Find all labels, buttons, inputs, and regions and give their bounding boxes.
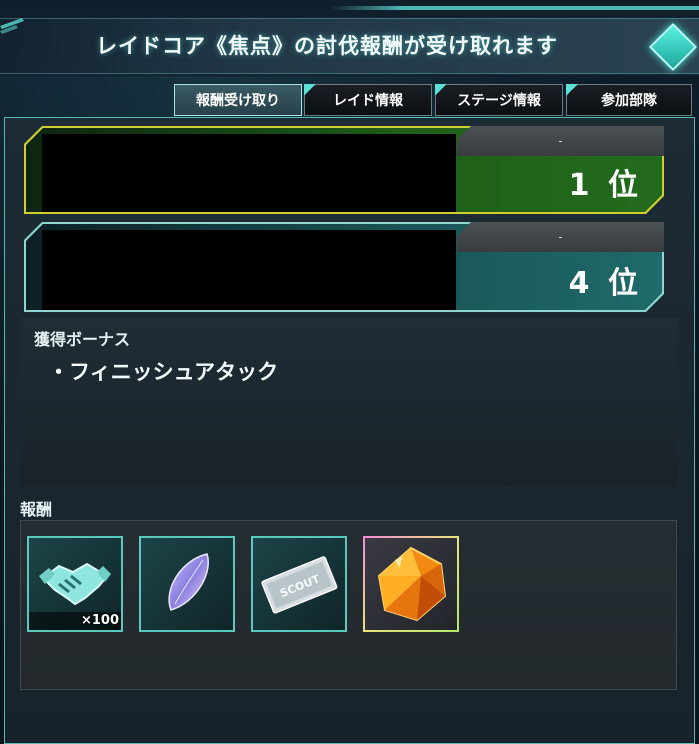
reward-item-scout-ticket[interactable]: SCOUT	[251, 536, 347, 632]
rank-entry-first: - 1 位	[24, 126, 664, 214]
reward-item-orange-gem[interactable]	[363, 536, 459, 632]
raid-reward-screen: レイドコア《焦点》の討伐報酬が受け取れます 報酬受け取り レイド情報 ステージ情…	[0, 0, 699, 744]
page-title: レイドコア《焦点》の討伐報酬が受け取れます	[96, 34, 558, 58]
crystal-leaf-icon	[168, 553, 209, 611]
tab-raid-info[interactable]: レイド情報	[304, 84, 432, 116]
rank-position: 1 位	[568, 168, 642, 203]
tab-label: ステージ情報	[457, 93, 541, 109]
scout-ticket-icon: SCOUT	[261, 556, 338, 614]
bonus-item: ・フィニッシュアタック	[48, 360, 279, 384]
tab-reward-receive[interactable]: 報酬受け取り	[174, 84, 302, 116]
tab-participating-units[interactable]: 参加部隊	[566, 84, 692, 116]
tab-label: 参加部隊	[601, 93, 657, 109]
tab-label: 報酬受け取り	[196, 93, 280, 109]
tab-stage-info[interactable]: ステージ情報	[435, 84, 563, 116]
reward-item-crystal-leaf[interactable]	[139, 536, 235, 632]
tab-label: レイド情報	[333, 93, 403, 109]
orange-gem-icon	[377, 546, 447, 622]
reward-title: 報酬	[20, 500, 53, 519]
bonus-section: 獲得ボーナス ・フィニッシュアタック	[20, 318, 677, 486]
redacted-player-name	[42, 134, 456, 212]
redacted-player-name	[42, 230, 456, 310]
rank-entry-second: - 4 位	[24, 222, 664, 312]
rank-score: -	[457, 126, 664, 156]
rank-score: -	[457, 222, 664, 252]
reward-quantity: ×100	[80, 613, 119, 628]
reward-item-handshake[interactable]: ×100	[27, 536, 123, 632]
header-accent-line	[330, 6, 699, 10]
bonus-title: 獲得ボーナス	[34, 330, 131, 349]
header: レイドコア《焦点》の討伐報酬が受け取れます	[0, 0, 699, 76]
tab-corner-icon	[304, 84, 316, 96]
tab-corner-icon	[435, 84, 447, 96]
tab-corner-icon	[566, 84, 578, 96]
rank-position: 4 位	[568, 266, 642, 301]
